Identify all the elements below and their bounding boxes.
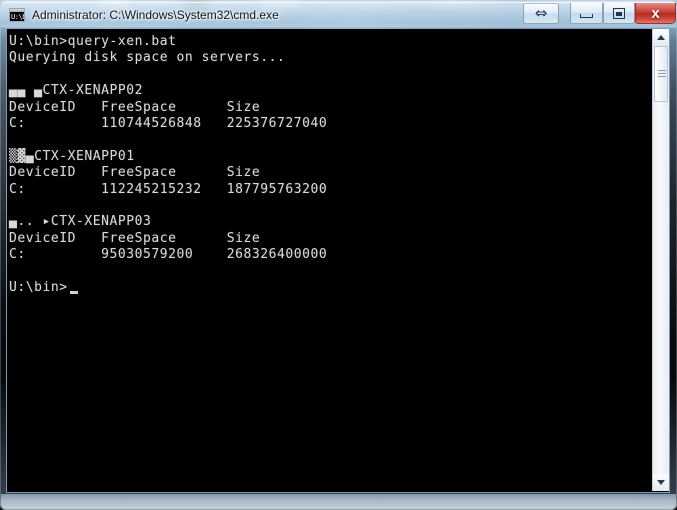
console-client-area[interactable]: U:\bin>query-xen.bat Querying disk space… [6, 29, 670, 493]
restore-size-button[interactable]: ⇔ [523, 3, 559, 24]
maximize-button[interactable] [603, 3, 635, 24]
scroll-up-arrow-icon[interactable] [653, 29, 669, 46]
restore-size-arrows-icon: ⇔ [534, 4, 548, 22]
cmd-icon-prompt-text: U:\bin> [11, 13, 24, 21]
maximize-icon [604, 3, 634, 23]
close-button[interactable]: x [635, 3, 676, 24]
console-cursor [69, 291, 78, 295]
desktop-background: U:\bin> Administrator: C:\Windows\System… [0, 0, 677, 510]
scrollbar-thumb[interactable] [654, 46, 668, 102]
window-title-text: Administrator: C:\Windows\System32\cmd.e… [32, 8, 279, 22]
vertical-scrollbar[interactable] [652, 29, 669, 491]
scrollbar-track[interactable] [653, 46, 669, 474]
window-title-bar[interactable]: U:\bin> Administrator: C:\Windows\System… [1, 1, 676, 28]
scrollbar-grip-lines [658, 70, 666, 77]
cmd-window[interactable]: U:\bin> Administrator: C:\Windows\System… [0, 0, 677, 510]
window-bottom-edge [1, 494, 676, 509]
scroll-down-arrow-icon[interactable] [653, 474, 669, 491]
close-icon: x [651, 4, 660, 22]
console-output-text: U:\bin>query-xen.bat Querying disk space… [9, 34, 328, 296]
minimize-icon [571, 3, 602, 23]
minimize-button[interactable] [570, 3, 603, 24]
scroll-down-triangle [657, 480, 665, 485]
cmd-console-icon: U:\bin> [9, 8, 25, 22]
console-output-surface[interactable]: U:\bin>query-xen.bat Querying disk space… [7, 29, 653, 491]
cmd-icon-titlebar-stripe [10, 9, 24, 12]
scroll-up-triangle [657, 35, 665, 40]
